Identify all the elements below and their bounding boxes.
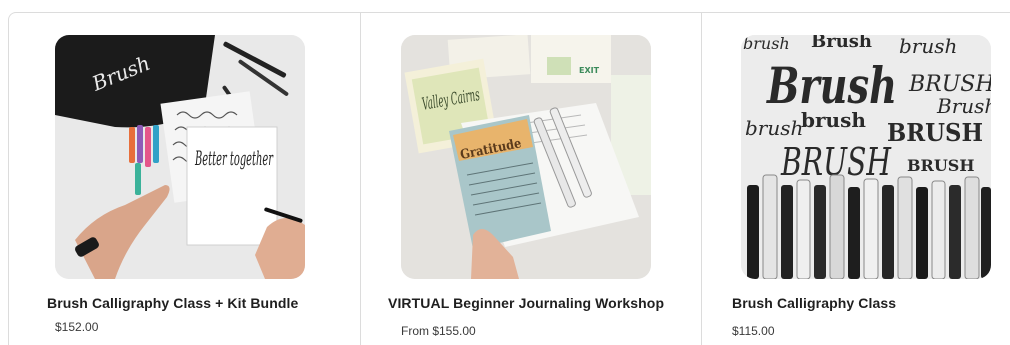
- product-title[interactable]: VIRTUAL Beginner Journaling Workshop: [388, 295, 664, 311]
- lettering-word: Brush: [811, 35, 872, 52]
- journaling-photo-icon: EXIT Valley Cairns Gratitude: [401, 35, 651, 279]
- product-image-journaling[interactable]: EXIT Valley Cairns Gratitude: [401, 35, 651, 279]
- product-image-brush-pens[interactable]: brush Brush brush Brush BRUSH Brush brus…: [741, 35, 991, 279]
- sticker-label: EXIT: [579, 66, 600, 75]
- pad-lettering: Better together: [195, 146, 274, 170]
- product-image-calligraphy-kit[interactable]: Brush Better together: [55, 35, 305, 279]
- product-price: $152.00: [55, 320, 99, 334]
- lettering-word: BRUSH: [887, 118, 983, 147]
- lettering-word: brush: [743, 35, 790, 53]
- lettering-word: Brush: [765, 56, 897, 115]
- brush-pens-photo-icon: brush Brush brush Brush BRUSH Brush brus…: [741, 35, 991, 279]
- product-card-brush-calligraphy[interactable]: brush Brush brush Brush BRUSH Brush brus…: [701, 12, 1010, 345]
- lettering-word: brush: [745, 116, 803, 140]
- product-price: $115.00: [732, 324, 775, 338]
- product-card-journaling-workshop[interactable]: EXIT Valley Cairns Gratitude VIRTUAL Beg…: [360, 12, 701, 345]
- lettering-word: BRUSH: [907, 156, 974, 175]
- product-title[interactable]: Brush Calligraphy Class + Kit Bundle: [47, 295, 298, 311]
- calligraphy-kit-photo-icon: Brush Better together: [55, 35, 305, 279]
- lettering-word: Brush: [936, 94, 991, 118]
- product-price: From $155.00: [401, 324, 476, 338]
- lettering-word: brush: [801, 108, 866, 132]
- lettering-word: brush: [899, 35, 957, 58]
- product-card-calligraphy-bundle[interactable]: Brush Better together Brush Calligraphy …: [8, 12, 360, 345]
- product-title[interactable]: Brush Calligraphy Class: [732, 295, 896, 311]
- product-grid: Brush Better together Brush Calligraphy …: [0, 0, 1010, 345]
